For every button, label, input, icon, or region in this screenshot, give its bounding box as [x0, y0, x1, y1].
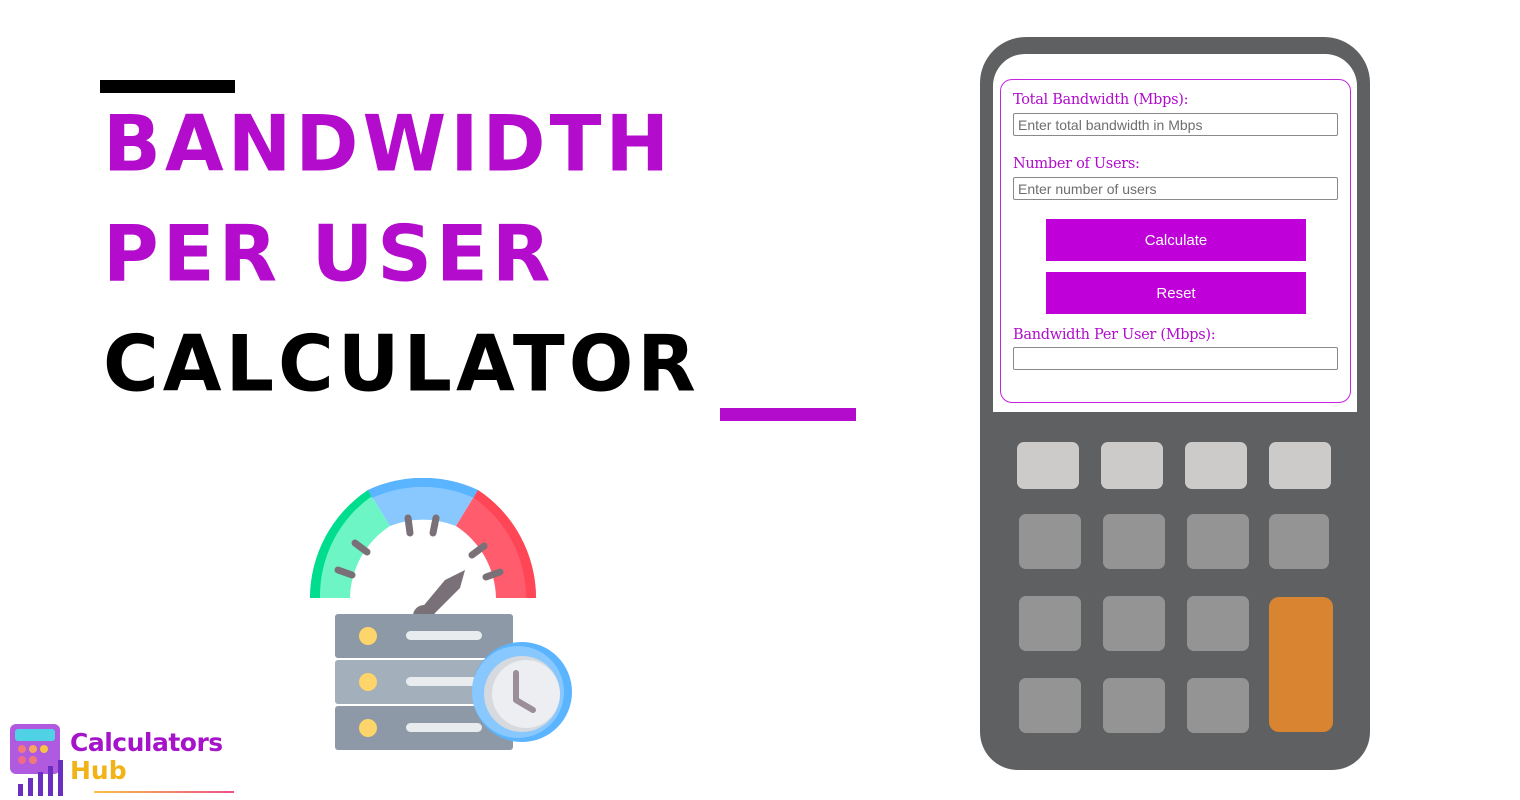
calculator-logo-icon [10, 724, 63, 796]
keypad-key [1101, 442, 1163, 489]
keypad-key [1185, 442, 1247, 489]
keypad-key [1269, 442, 1331, 489]
logo-underline [94, 791, 234, 793]
keypad-key [1103, 678, 1165, 733]
logo-text-calculators: Calculators [70, 728, 223, 757]
calculators-hub-logo: Calculators Hub [8, 722, 248, 797]
number-of-users-label: Number of Users: [1013, 156, 1140, 172]
title-line-2: PER USER [103, 208, 555, 299]
decorative-top-bar [100, 80, 235, 93]
keypad-key [1187, 678, 1249, 733]
speedometer-server-clock-icon [310, 478, 572, 750]
clock-icon [472, 642, 572, 742]
decorative-bottom-bar [720, 408, 856, 421]
reset-button[interactable]: Reset [1046, 272, 1306, 314]
speedometer-icon [310, 478, 536, 627]
bandwidth-per-user-output[interactable] [1013, 347, 1338, 370]
bandwidth-calculator-form: Total Bandwidth (Mbps): Number of Users:… [1000, 79, 1351, 403]
keypad-key [1269, 514, 1329, 569]
keypad-key [1019, 678, 1081, 733]
keypad-key [1103, 596, 1165, 651]
keypad-key [1187, 596, 1249, 651]
keypad-key [1019, 514, 1081, 569]
title-line-1: BANDWIDTH [103, 98, 674, 189]
total-bandwidth-input[interactable] [1013, 113, 1338, 136]
calculate-button[interactable]: Calculate [1046, 219, 1306, 261]
number-of-users-input[interactable] [1013, 177, 1338, 200]
bandwidth-per-user-label: Bandwidth Per User (Mbps): [1013, 327, 1216, 343]
keypad-key [1187, 514, 1249, 569]
keypad-key [1103, 514, 1165, 569]
keypad-equals-key [1269, 597, 1333, 732]
title-line-3: CALCULATOR [103, 318, 700, 409]
keypad-key [1017, 442, 1079, 489]
keypad-key [1019, 596, 1081, 651]
logo-text-hub: Hub [70, 756, 127, 785]
total-bandwidth-label: Total Bandwidth (Mbps): [1013, 92, 1189, 108]
